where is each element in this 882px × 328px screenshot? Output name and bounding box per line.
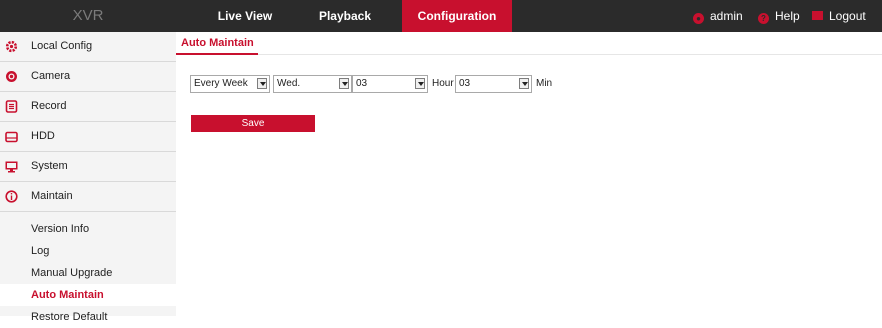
sidebar-item-label: Local Config [31, 40, 93, 52]
minute-value: 03 [459, 78, 471, 89]
tab-divider [258, 54, 882, 55]
sidebar-item-label: HDD [31, 130, 55, 142]
sidebar-item-hdd[interactable]: HDD [0, 122, 176, 152]
logout-icon [812, 11, 823, 20]
sidebar-item-label: System [31, 160, 68, 172]
tab-underline [176, 53, 258, 55]
top-bar: XVR Live View Playback Configuration ● ad… [0, 0, 882, 32]
app-logo: XVR [72, 7, 104, 24]
gear-icon [5, 40, 18, 53]
nav-playback[interactable]: Playback [290, 0, 400, 32]
record-icon [5, 100, 18, 113]
camera-icon [6, 71, 17, 82]
sidebar-item-camera[interactable]: Camera [0, 62, 176, 92]
logout-label: Logout [829, 9, 866, 23]
sidebar-subitem-manual-upgrade[interactable]: Manual Upgrade [0, 262, 176, 284]
sidebar-subitem-version-info[interactable]: Version Info [0, 218, 176, 240]
chevron-down-icon[interactable] [415, 78, 425, 89]
monitor-icon [5, 161, 18, 173]
user-admin-label: admin [710, 9, 743, 23]
sidebar-item-maintain[interactable]: Maintain [0, 182, 176, 212]
help-link[interactable]: ? Help [758, 0, 800, 32]
hour-value: 03 [356, 78, 368, 89]
sidebar-item-local-config[interactable]: Local Config [0, 32, 176, 62]
help-label: Help [775, 9, 800, 23]
day-select[interactable]: Wed. [273, 75, 352, 93]
nav-configuration[interactable]: Configuration [402, 0, 512, 32]
sidebar-item-system[interactable]: System [0, 152, 176, 182]
sidebar: Local Config Camera Record HDD System Ma… [0, 32, 176, 323]
sidebar-subitem-auto-maintain[interactable]: Auto Maintain [0, 284, 176, 306]
help-icon: ? [758, 13, 769, 24]
main-content: Auto Maintain Every Week Wed. 03 Hour 03… [176, 32, 882, 316]
frequency-select[interactable]: Every Week [190, 75, 270, 93]
sidebar-item-label: Record [31, 100, 67, 112]
chevron-down-icon[interactable] [339, 78, 349, 89]
sidebar-item-label: Camera [31, 70, 71, 82]
hour-unit-label: Hour [432, 78, 454, 89]
logout-link[interactable]: Logout [812, 0, 866, 32]
sidebar-item-record[interactable]: Record [0, 92, 176, 122]
minute-select[interactable]: 03 [455, 75, 532, 93]
nav-live-view[interactable]: Live View [190, 0, 300, 32]
user-icon: ● [693, 13, 704, 24]
chevron-down-icon[interactable] [519, 78, 529, 89]
user-admin[interactable]: ● admin [693, 0, 743, 32]
frequency-value: Every Week [194, 78, 248, 89]
day-value: Wed. [277, 78, 301, 89]
info-icon [5, 190, 18, 203]
minute-unit-label: Min [536, 78, 553, 89]
sidebar-subitem-restore-default[interactable]: Restore Default [0, 306, 176, 328]
save-button[interactable]: Save [191, 115, 315, 132]
hdd-icon [5, 131, 18, 143]
chevron-down-icon[interactable] [257, 78, 267, 89]
sidebar-item-label: Maintain [31, 190, 73, 202]
hour-select[interactable]: 03 [352, 75, 428, 93]
tab-auto-maintain[interactable]: Auto Maintain [181, 37, 254, 49]
sidebar-subitem-log[interactable]: Log [0, 240, 176, 262]
